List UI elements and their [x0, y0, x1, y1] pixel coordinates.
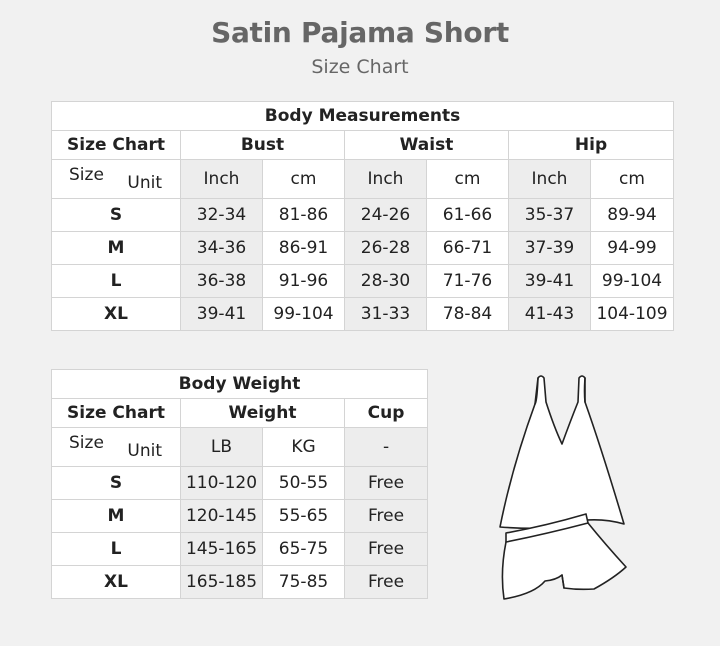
value-cell: Free — [343, 466, 429, 500]
unit-label: Unit — [127, 441, 162, 461]
size-unit-header: Size Unit — [51, 427, 181, 467]
value-cell: 71-76 — [426, 264, 509, 298]
value-cell: 26-28 — [344, 231, 427, 265]
unit-header: KG — [262, 427, 345, 467]
size-label: Size — [69, 165, 104, 185]
size-cell: S — [51, 466, 181, 500]
size-chart-label: Size Chart — [51, 130, 181, 160]
group-bust: Bust — [180, 130, 345, 160]
unit-header: Inch — [508, 159, 591, 199]
table-caption: Body Weight — [50, 369, 429, 399]
value-cell: 99-104 — [262, 297, 345, 331]
value-cell: 35-37 — [508, 198, 591, 232]
page-subtitle: Size Chart — [311, 56, 409, 78]
value-cell: 145-165 — [180, 532, 263, 566]
value-cell: 94-99 — [589, 231, 675, 265]
value-cell: 120-145 — [180, 499, 263, 533]
body-weight-table: Body Weight Size Chart Weight Cup Size U… — [50, 369, 429, 599]
table-row: L 145-165 65-75 Free — [51, 532, 429, 566]
value-cell: 31-33 — [344, 297, 427, 331]
size-label: Size — [69, 433, 104, 453]
group-cup: Cup — [343, 398, 429, 428]
size-cell: XL — [51, 565, 181, 599]
group-waist: Waist — [344, 130, 509, 160]
table-caption: Body Measurements — [50, 101, 675, 131]
value-cell: 81-86 — [262, 198, 345, 232]
value-cell: 37-39 — [508, 231, 591, 265]
value-cell: 65-75 — [262, 532, 345, 566]
body-measurements-table: Body Measurements Size Chart Bust Waist … — [50, 101, 675, 331]
unit-header: Inch — [180, 159, 263, 199]
unit-header: LB — [180, 427, 263, 467]
value-cell: 32-34 — [180, 198, 263, 232]
value-cell: 36-38 — [180, 264, 263, 298]
page-title: Satin Pajama Short — [211, 16, 509, 49]
size-unit-header: Size Unit — [51, 159, 181, 199]
table-row: XL 39-41 99-104 31-33 78-84 41-43 104-10… — [51, 297, 675, 331]
unit-header: Inch — [344, 159, 427, 199]
unit-header: cm — [426, 159, 509, 199]
group-weight: Weight — [180, 398, 345, 428]
camisole-icon — [499, 375, 625, 530]
size-cell: S — [51, 198, 181, 232]
unit-header: cm — [262, 159, 345, 199]
value-cell: 50-55 — [262, 466, 345, 500]
size-cell: L — [51, 532, 181, 566]
unit-header: cm — [589, 159, 675, 199]
value-cell: 99-104 — [589, 264, 675, 298]
value-cell: 39-41 — [180, 297, 263, 331]
table-row: XL 165-185 75-85 Free — [51, 565, 429, 599]
value-cell: 55-65 — [262, 499, 345, 533]
value-cell: Free — [343, 499, 429, 533]
value-cell: 89-94 — [589, 198, 675, 232]
value-cell: 78-84 — [426, 297, 509, 331]
value-cell: 86-91 — [262, 231, 345, 265]
size-cell: M — [51, 231, 181, 265]
table-row: S 110-120 50-55 Free — [51, 466, 429, 500]
value-cell: 110-120 — [180, 466, 263, 500]
value-cell: 165-185 — [180, 565, 263, 599]
table-row: M 120-145 55-65 Free — [51, 499, 429, 533]
value-cell: 75-85 — [262, 565, 345, 599]
table-row: L 36-38 91-96 28-30 71-76 39-41 99-104 — [51, 264, 675, 298]
value-cell: 91-96 — [262, 264, 345, 298]
group-hip: Hip — [507, 130, 675, 160]
value-cell: Free — [343, 532, 429, 566]
value-cell: 34-36 — [180, 231, 263, 265]
value-cell: Free — [343, 565, 429, 599]
size-cell: M — [51, 499, 181, 533]
size-cell: L — [51, 264, 181, 298]
unit-label: Unit — [127, 173, 162, 193]
value-cell: 61-66 — [426, 198, 509, 232]
value-cell: 104-109 — [589, 297, 675, 331]
unit-header: - — [343, 427, 429, 467]
table-row: S 32-34 81-86 24-26 61-66 35-37 89-94 — [51, 198, 675, 232]
size-cell: XL — [51, 297, 181, 331]
table-row: M 34-36 86-91 26-28 66-71 37-39 94-99 — [51, 231, 675, 265]
value-cell: 24-26 — [344, 198, 427, 232]
size-chart-label: Size Chart — [51, 398, 181, 428]
value-cell: 41-43 — [508, 297, 591, 331]
value-cell: 39-41 — [508, 264, 591, 298]
value-cell: 66-71 — [426, 231, 509, 265]
value-cell: 28-30 — [344, 264, 427, 298]
camisole-and-shorts-set-icon — [499, 375, 627, 600]
